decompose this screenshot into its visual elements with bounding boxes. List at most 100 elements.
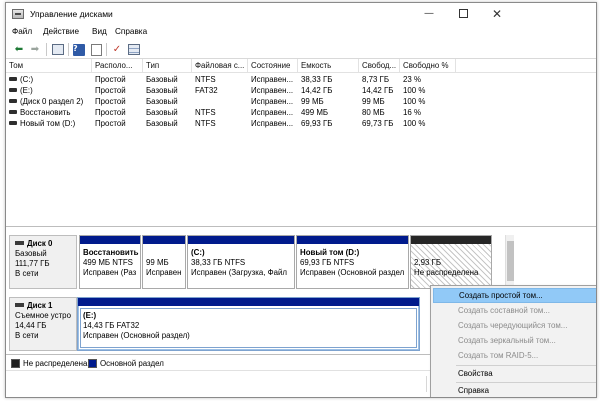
legend-swatch-unallocated bbox=[11, 359, 20, 368]
cell-type: Базовый bbox=[146, 97, 178, 106]
partition-e[interactable]: (E:) 14,43 ГБ FAT32 Исправен (Основной р… bbox=[77, 297, 420, 351]
table-row[interactable]: Новый том (D:) Простой Базовый NTFS Испр… bbox=[6, 119, 596, 129]
window-title: Управление дисками bbox=[30, 9, 113, 19]
cell-volume: Новый том (D:) bbox=[6, 119, 92, 129]
menu-action[interactable]: Действие bbox=[43, 27, 79, 36]
partition-title: Новый том (D:) bbox=[300, 248, 360, 257]
column-header-filesystem[interactable]: Файловая с... bbox=[192, 59, 248, 73]
cell-type: Базовый bbox=[146, 75, 178, 84]
cell-capacity: 38,33 ГБ bbox=[301, 75, 333, 84]
volume-icon bbox=[9, 109, 17, 114]
volume-name: (E:) bbox=[20, 86, 33, 95]
menu-create-raid5-volume[interactable]: Создать том RAID-5... bbox=[433, 348, 596, 363]
column-header-volume[interactable]: Том bbox=[6, 59, 92, 73]
cell-filesystem: FAT32 bbox=[195, 86, 218, 95]
list-button[interactable] bbox=[127, 43, 141, 56]
volume-icon bbox=[9, 98, 17, 103]
menu-create-spanned-volume[interactable]: Создать составной том... bbox=[433, 303, 596, 318]
title-bar: Управление дисками — ✕ bbox=[6, 3, 596, 25]
back-icon[interactable]: ⬅ bbox=[12, 43, 26, 56]
cell-layout: Простой bbox=[95, 108, 126, 117]
partition-title: (E:) bbox=[83, 311, 97, 320]
volume-list-header: Том Располо... Тип Файловая с... Состоян… bbox=[6, 59, 596, 73]
cell-status: Исправен... bbox=[251, 119, 294, 128]
partition-size: 99 МБ bbox=[146, 258, 169, 267]
forward-icon[interactable]: ➡ bbox=[28, 43, 42, 56]
partition-recovery-text: Восстановить 499 МБ NTFS Исправен (Раз bbox=[83, 248, 138, 278]
menu-create-simple-volume[interactable]: Создать простой том... bbox=[433, 288, 596, 303]
cell-free: 8,73 ГБ bbox=[362, 75, 390, 84]
volume-name: Новый том (D:) bbox=[20, 119, 76, 128]
cell-layout: Простой bbox=[95, 97, 126, 106]
cell-layout: Простой bbox=[95, 119, 126, 128]
properties-button[interactable] bbox=[51, 43, 65, 56]
document-icon bbox=[90, 43, 102, 56]
volume-icon bbox=[9, 120, 17, 125]
partition-recovery[interactable]: Восстановить 499 МБ NTFS Исправен (Раз bbox=[79, 235, 141, 289]
cell-status: Исправен... bbox=[251, 86, 294, 95]
volume-icon bbox=[9, 76, 17, 81]
cell-free-percent: 16 % bbox=[403, 108, 421, 117]
column-header-layout[interactable]: Располо... bbox=[92, 59, 143, 73]
menu-properties[interactable]: Свойства bbox=[433, 366, 596, 381]
disk-0-name: Диск 0 bbox=[27, 239, 53, 248]
primary-partition-bar bbox=[80, 236, 140, 244]
close-button[interactable]: ✕ bbox=[480, 3, 514, 25]
column-header-status[interactable]: Состояние bbox=[248, 59, 298, 73]
toolbar-separator bbox=[106, 43, 107, 56]
disk-1-name: Диск 1 bbox=[27, 301, 53, 310]
unallocated-space[interactable]: 2,93 ГБ Не распределена bbox=[410, 235, 492, 289]
column-header-type[interactable]: Тип bbox=[143, 59, 192, 73]
menu-view[interactable]: Вид bbox=[92, 27, 107, 36]
disk-0-type: Базовый bbox=[15, 249, 47, 258]
cell-type: Базовый bbox=[146, 119, 178, 128]
primary-partition-bar bbox=[78, 298, 419, 306]
disk-management-window: Управление дисками — ✕ Файл Действие Вид… bbox=[5, 2, 597, 398]
column-header-free[interactable]: Свобод... bbox=[359, 59, 400, 73]
cell-filesystem: NTFS bbox=[195, 108, 216, 117]
menu-file[interactable]: Файл bbox=[12, 27, 32, 36]
maximize-icon bbox=[458, 8, 468, 18]
cell-free: 80 МБ bbox=[362, 108, 385, 117]
maximize-button[interactable] bbox=[446, 3, 480, 25]
cell-free-percent: 23 % bbox=[403, 75, 421, 84]
table-row[interactable]: (Диск 0 раздел 2) Простой Базовый Исправ… bbox=[6, 97, 596, 107]
cell-filesystem: NTFS bbox=[195, 119, 216, 128]
document-button[interactable] bbox=[89, 43, 103, 56]
partition-d[interactable]: Новый том (D:) 69,93 ГБ NTFS Исправен (О… bbox=[296, 235, 409, 289]
partition-c[interactable]: (C:) 38,33 ГБ NTFS Исправен (Загрузка, Ф… bbox=[187, 235, 295, 289]
partition-status: Исправен (Загрузка, Файл bbox=[191, 268, 288, 277]
column-header-capacity[interactable]: Емкость bbox=[298, 59, 359, 73]
cell-capacity: 14,42 ГБ bbox=[301, 86, 333, 95]
menu-help[interactable]: Справка bbox=[115, 27, 147, 36]
disk-1-status: В сети bbox=[15, 331, 39, 340]
menu-help-item[interactable]: Справка bbox=[433, 383, 596, 397]
primary-partition-bar bbox=[297, 236, 408, 244]
volume-name: Восстановить bbox=[20, 108, 71, 117]
volume-name: (C:) bbox=[20, 75, 34, 84]
volume-list: Том Располо... Тип Файловая с... Состоян… bbox=[6, 59, 596, 227]
disk-1-label[interactable]: Диск 1 Съемное устро 14,44 ГБ В сети bbox=[9, 297, 77, 351]
menu-create-mirrored-volume[interactable]: Создать зеркальный том... bbox=[433, 333, 596, 348]
table-row[interactable]: (C:) Простой Базовый NTFS Исправен... 38… bbox=[6, 75, 596, 85]
partition-status: Исправен (Раз bbox=[83, 268, 137, 277]
cell-type: Базовый bbox=[146, 86, 178, 95]
legend-label-unallocated: Не распределена bbox=[23, 359, 88, 368]
minimize-button[interactable]: — bbox=[412, 3, 446, 25]
scrollbar-thumb[interactable] bbox=[507, 241, 514, 281]
table-row[interactable]: (E:) Простой Базовый FAT32 Исправен... 1… bbox=[6, 86, 596, 96]
partition-disk0-part2[interactable]: 99 МБ Исправен bbox=[142, 235, 186, 289]
menu-create-striped-volume[interactable]: Создать чередующийся том... bbox=[433, 318, 596, 333]
disk-1-name-line: Диск 1 bbox=[15, 301, 76, 311]
partition-size: 499 МБ NTFS bbox=[83, 258, 133, 267]
check-icon[interactable]: ✓ bbox=[110, 43, 124, 56]
toolbar-separator bbox=[68, 43, 69, 56]
list-icon bbox=[128, 44, 140, 55]
partition-size: 38,33 ГБ NTFS bbox=[191, 258, 246, 267]
primary-partition-bar bbox=[188, 236, 294, 244]
help-icon: ? bbox=[73, 43, 85, 56]
disk-0-label[interactable]: Диск 0 Базовый 111,77 ГБ В сети bbox=[9, 235, 77, 289]
column-header-free-percent[interactable]: Свободно % bbox=[400, 59, 456, 73]
help-button[interactable]: ? bbox=[72, 43, 86, 56]
table-row[interactable]: Восстановить Простой Базовый NTFS Исправ… bbox=[6, 108, 596, 118]
